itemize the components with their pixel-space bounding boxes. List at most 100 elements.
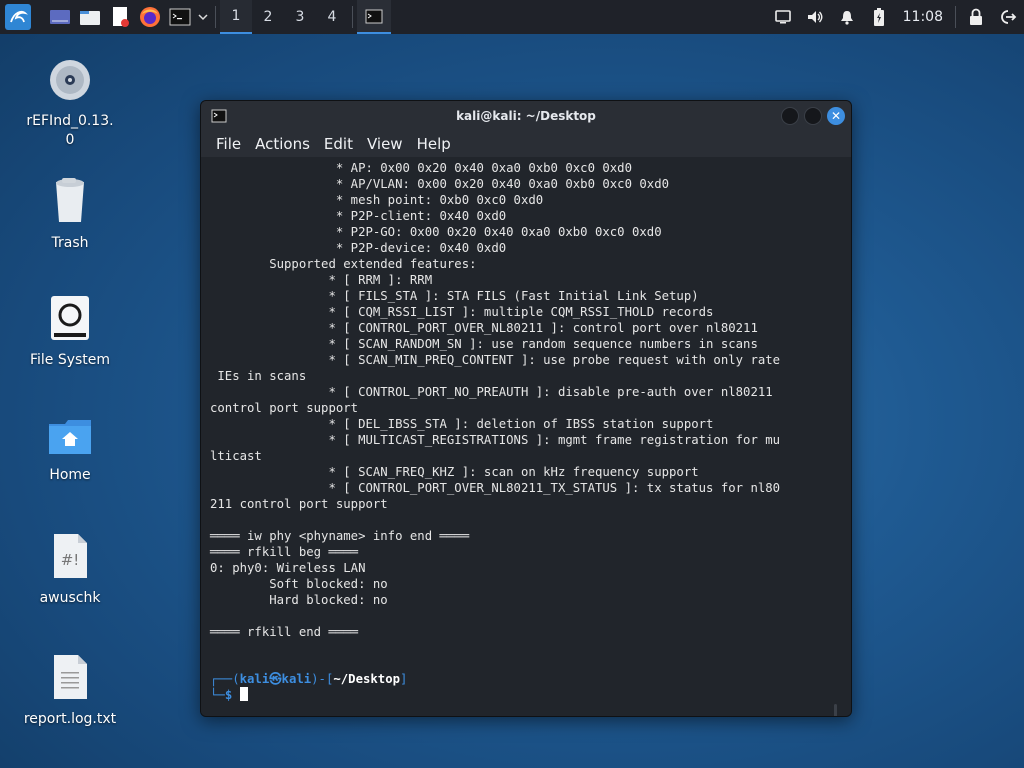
cd-disc-icon [50,60,90,100]
terminal-menubar: File Actions Edit View Help [201,131,851,157]
close-button[interactable]: ✕ [827,107,845,125]
terminal-line: * [ CQM_RSSI_LIST ]: multiple CQM_RSSI_T… [210,305,714,319]
window-title: kali@kali: ~/Desktop [456,109,596,123]
workspace-1[interactable]: 1 [220,0,252,34]
panel-separator [352,6,353,28]
desktop-icon-label: Home [49,467,91,483]
window-controls: ✕ [781,107,845,125]
taskbar-terminal-window[interactable] [357,0,391,34]
desktop-icon-refind[interactable]: rEFInd_0.13. 0 [20,58,120,150]
kali-dragon-icon [5,4,31,30]
terminal-line: 211 control port support [210,497,388,511]
desktop-icon [50,10,70,24]
menu-actions[interactable]: Actions [248,135,317,153]
menu-file[interactable]: File [209,135,248,153]
panel-separator [215,6,216,28]
volume-icon[interactable] [799,0,831,34]
desktop-icon-label: report.log.txt [23,711,117,727]
text-file-icon [54,655,87,699]
desktop-icon-label: awuschk [39,590,101,606]
terminal-line: control port support [210,401,359,415]
terminal-line: * mesh point: 0xb0 0xc0 0xd0 [210,193,544,207]
shell-prompt: ┌──(kali㉿kali)-[~/Desktop] └─$ [210,672,408,702]
file-manager-launcher[interactable] [75,0,105,34]
menu-view[interactable]: View [360,135,410,153]
drive-icon [51,296,89,340]
launcher-dropdown[interactable] [195,0,211,34]
menu-edit[interactable]: Edit [317,135,360,153]
minimize-button[interactable] [781,107,799,125]
terminal-line: * P2P-device: 0x40 0xd0 [210,241,507,255]
desktop-icon-trash[interactable]: Trash [20,176,120,253]
text-cursor [239,687,248,701]
folder-icon [80,11,100,25]
terminal-output[interactable]: * AP: 0x00 0x20 0x40 0xa0 0xb0 0xc0 0xd0… [201,159,851,716]
terminal-line: Supported extended features: [210,257,477,271]
chevron-down-icon [198,14,208,21]
terminal-window[interactable]: kali@kali: ~/Desktop ✕ File Actions Edit… [200,100,852,717]
terminal-line: * [ CONTROL_PORT_NO_PREAUTH ]: disable p… [210,385,773,399]
workspace-2[interactable]: 2 [252,0,284,34]
terminal-line: * P2P-GO: 0x00 0x20 0x40 0xa0 0xb0 0xc0 … [210,225,662,239]
lock-icon[interactable] [960,0,992,34]
close-icon: ✕ [830,109,842,123]
terminal-line: * [ SCAN_RANDOM_SN ]: use random sequenc… [210,337,758,351]
firefox-icon [140,7,160,27]
terminal-line: ════ rfkill beg ════ [210,545,359,559]
desktop-icon-file-system[interactable]: File System [20,295,120,370]
kali-menu-button[interactable] [3,0,33,34]
notification-bell-icon[interactable] [831,0,863,34]
firefox-launcher[interactable] [135,0,165,34]
desktop-icon-home[interactable]: Home [20,418,120,485]
trash-icon [56,178,84,222]
maximize-button[interactable] [804,107,822,125]
terminal-line: ════ iw phy <phyname> info end ════ [210,529,470,543]
text-editor-launcher[interactable] [105,0,135,34]
terminal-line: * AP/VLAN: 0x00 0x20 0x40 0xa0 0xb0 0xc0… [210,177,670,191]
show-desktop-button[interactable] [45,0,75,34]
terminal-line: * [ SCAN_FREQ_KHZ ]: scan on kHz frequen… [210,465,699,479]
terminal-line: * [ RRM ]: RRM [210,273,433,287]
text-editor-icon [113,7,129,27]
terminal-launcher[interactable] [165,0,195,34]
menu-help[interactable]: Help [410,135,458,153]
window-titlebar[interactable]: kali@kali: ~/Desktop ✕ [201,101,851,131]
terminal-line: * AP: 0x00 0x20 0x40 0xa0 0xb0 0xc0 0xd0 [210,161,632,175]
scrollbar[interactable] [834,704,837,716]
terminal-line: IEs in scans [210,369,307,383]
terminal-line: 0: phy0: Wireless LAN [210,561,366,575]
terminal-line: * [ DEL_IBSS_STA ]: deletion of IBSS sta… [210,417,714,431]
terminal-line: * P2P-client: 0x40 0xd0 [210,209,507,223]
top-panel: 1 2 3 4 11:08 [0,0,1024,34]
desktop-icon-label: rEFInd_0.13. 0 [26,113,114,148]
clock[interactable]: 11:08 [895,9,951,25]
panel-separator [955,6,956,28]
desktop-icon-label: Trash [51,235,89,251]
logout-icon[interactable] [992,0,1024,34]
desktop-icon-awuschk[interactable]: #! awuschk [20,533,120,608]
terminal-line: * [ CONTROL_PORT_OVER_NL80211 ]: control… [210,321,758,335]
system-tray: 11:08 [767,0,1024,34]
terminal-line: * [ FILS_STA ]: STA FILS (Fast Initial L… [210,289,699,303]
desktop-icon-report-log[interactable]: report.log.txt [20,654,120,729]
workspace-4[interactable]: 4 [316,0,348,34]
terminal-line: Soft blocked: no [210,577,388,591]
terminal-line: * [ SCAN_MIN_PREQ_CONTENT ]: use probe r… [210,353,781,367]
svg-text:#!: #! [61,551,80,569]
terminal-icon [211,109,227,123]
battery-icon[interactable] [863,0,895,34]
terminal-icon [169,8,191,26]
terminal-line: lticast [210,449,262,463]
prompt-user: kali㉿kali [239,672,312,686]
home-folder-icon [49,420,91,454]
prompt-path: ~/Desktop [333,672,401,686]
terminal-line: Hard blocked: no [210,593,388,607]
screen-icon[interactable] [767,0,799,34]
terminal-line: * [ MULTICAST_REGISTRATIONS ]: mgmt fram… [210,433,781,447]
script-file-icon: #! [54,534,87,578]
terminal-line: ════ rfkill end ════ [210,625,359,639]
workspace-3[interactable]: 3 [284,0,316,34]
terminal-output-lines: * AP: 0x00 0x20 0x40 0xa0 0xb0 0xc0 0xd0… [210,160,830,640]
